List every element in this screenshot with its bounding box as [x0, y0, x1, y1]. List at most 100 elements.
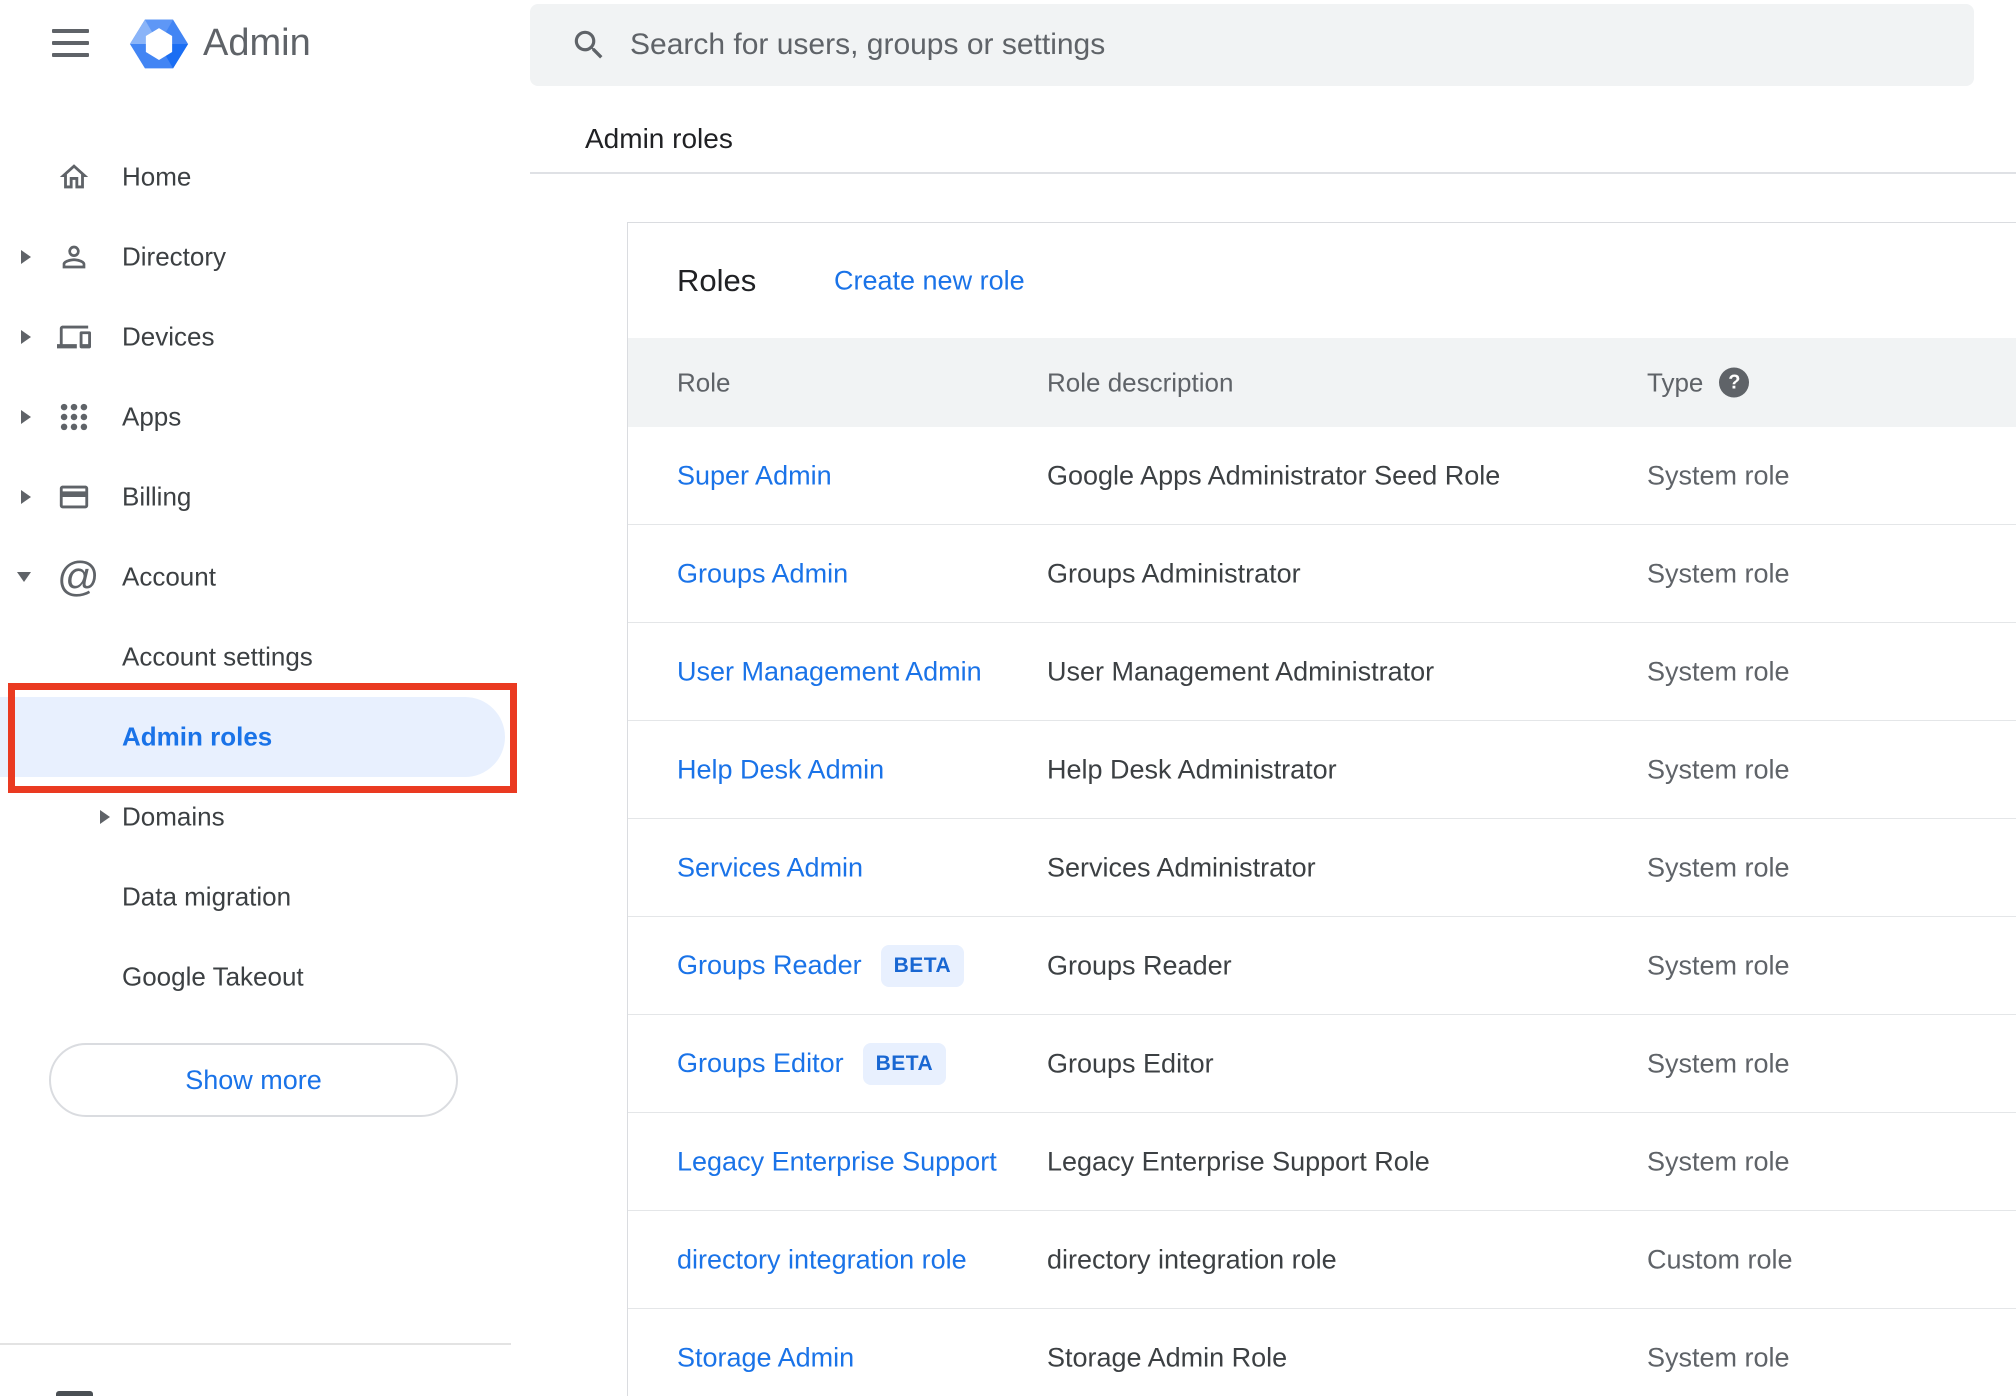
table-row: Groups Reader BETA Groups Reader System … [628, 917, 2016, 1015]
column-header-type: Type ? [1647, 367, 1750, 398]
role-cell: Groups Admin [677, 558, 848, 589]
breadcrumb: Admin roles [585, 123, 733, 154]
person-icon [57, 240, 91, 274]
sidebar-item-label: Apps [122, 401, 182, 432]
sidebar-item-data-migration[interactable]: Data migration [0, 857, 517, 937]
role-link-user-management-admin[interactable]: User Management Admin [677, 656, 982, 687]
sidebar-item-account-settings[interactable]: Account settings [0, 617, 517, 697]
role-description: Groups Reader [1047, 950, 1232, 980]
sidebar-item-label: Home [122, 161, 192, 192]
sidebar-item-billing[interactable]: Billing [0, 457, 517, 537]
expand-caret-icon[interactable] [21, 330, 31, 344]
role-cell: Groups Reader BETA [677, 944, 965, 987]
sidebar-item-home[interactable]: Home [0, 137, 517, 217]
role-link-groups-admin[interactable]: Groups Admin [677, 558, 848, 589]
role-type: System role [1647, 1146, 1790, 1176]
sidebar-nav: Home Directory Devices Apps Billing @ Ac… [0, 137, 517, 1017]
sidebar-item-admin-roles[interactable]: Admin roles [0, 697, 505, 777]
role-type: System role [1647, 950, 1790, 980]
role-description: Legacy Enterprise Support Role [1047, 1146, 1430, 1176]
role-description: Google Apps Administrator Seed Role [1047, 460, 1501, 490]
role-link-super-admin[interactable]: Super Admin [677, 460, 832, 491]
role-cell: Groups Editor BETA [677, 1042, 947, 1085]
sidebar-item-google-takeout[interactable]: Google Takeout [0, 937, 517, 1017]
at-sign-icon: @ [57, 553, 100, 600]
role-link-legacy-enterprise-support[interactable]: Legacy Enterprise Support [677, 1146, 997, 1177]
sidebar-item-label: Directory [122, 241, 227, 272]
role-type: System role [1647, 1342, 1790, 1372]
sidebar-item-label: Data migration [122, 881, 292, 912]
panel-title: Roles [677, 262, 757, 298]
column-header-role: Role [677, 367, 731, 397]
devices-icon [57, 320, 91, 354]
table-row: Legacy Enterprise Support Legacy Enterpr… [628, 1113, 2016, 1211]
show-more-button[interactable]: Show more [49, 1043, 458, 1117]
table-row: User Management Admin User Management Ad… [628, 623, 2016, 721]
table-row: directory integration role directory int… [628, 1211, 2016, 1309]
role-cell: directory integration role [677, 1244, 967, 1275]
expand-caret-icon[interactable] [21, 490, 31, 504]
app-title: Admin [203, 22, 311, 64]
role-link-groups-reader[interactable]: Groups Reader [677, 950, 862, 981]
table-row: Groups Editor BETA Groups Editor System … [628, 1015, 2016, 1113]
sidebar-item-directory[interactable]: Directory [0, 217, 517, 297]
role-cell: Services Admin [677, 852, 863, 883]
roles-panel-header: Roles Create new role [628, 223, 2016, 338]
sidebar-item-label: Account settings [122, 641, 313, 672]
sidebar-item-domains[interactable]: Domains [0, 777, 517, 857]
search-icon [570, 26, 608, 64]
column-header-type-label: Type [1647, 367, 1704, 397]
credit-card-icon [57, 480, 91, 514]
sidebar-item-devices[interactable]: Devices [0, 297, 517, 377]
expand-caret-icon[interactable] [100, 810, 110, 824]
role-cell: Legacy Enterprise Support [677, 1146, 997, 1177]
role-type: Custom role [1647, 1244, 1793, 1274]
table-row: Storage Admin Storage Admin Role System … [628, 1309, 2016, 1396]
role-cell: Storage Admin [677, 1342, 854, 1373]
table-row: Super Admin Google Apps Administrator Se… [628, 427, 2016, 525]
role-link-groups-editor[interactable]: Groups Editor [677, 1048, 844, 1079]
role-cell: User Management Admin [677, 656, 982, 687]
role-link-storage-admin[interactable]: Storage Admin [677, 1342, 854, 1373]
search-input[interactable]: Search for users, groups or settings [530, 4, 1974, 86]
expand-caret-icon[interactable] [21, 250, 31, 264]
admin-logo-icon [129, 19, 189, 69]
home-icon [57, 160, 91, 194]
role-type: System role [1647, 558, 1790, 588]
role-link-services-admin[interactable]: Services Admin [677, 852, 863, 883]
expand-caret-icon[interactable] [21, 410, 31, 424]
table-row: Services Admin Services Administrator Sy… [628, 819, 2016, 917]
apps-grid-icon [57, 400, 91, 434]
sidebar-item-label: Google Takeout [122, 961, 304, 992]
beta-badge: BETA [862, 1042, 947, 1085]
role-link-help-desk-admin[interactable]: Help Desk Admin [677, 754, 884, 785]
role-type: System role [1647, 656, 1790, 686]
sidebar-item-label: Domains [122, 801, 225, 832]
beta-badge: BETA [880, 944, 965, 987]
column-header-description: Role description [1047, 367, 1234, 397]
roles-panel: Roles Create new role Role Role descript… [627, 222, 2016, 1396]
content-divider [530, 172, 2016, 174]
table-body: Super Admin Google Apps Administrator Se… [628, 427, 2016, 1396]
role-type: System role [1647, 1048, 1790, 1078]
role-description: Storage Admin Role [1047, 1342, 1288, 1372]
role-link-directory-integration-role[interactable]: directory integration role [677, 1244, 967, 1275]
menu-hamburger-icon[interactable] [52, 29, 89, 57]
role-description: directory integration role [1047, 1244, 1337, 1274]
role-description: User Management Administrator [1047, 656, 1435, 686]
role-cell: Super Admin [677, 460, 832, 491]
admin-console-screen: Admin Home Directory Devices Apps Billin… [0, 0, 2016, 1396]
sidebar-item-label: Account [122, 561, 216, 592]
help-icon[interactable]: ? [1719, 367, 1750, 398]
partial-footer-icon [56, 1391, 93, 1396]
sidebar-item-label: Admin roles [122, 721, 273, 752]
role-description: Groups Editor [1047, 1048, 1214, 1078]
sidebar-item-apps[interactable]: Apps [0, 377, 517, 457]
role-type: System role [1647, 460, 1790, 490]
table-row: Help Desk Admin Help Desk Administrator … [628, 721, 2016, 819]
sidebar-item-account[interactable]: @ Account [0, 537, 517, 617]
table-row: Groups Admin Groups Administrator System… [628, 525, 2016, 623]
sidebar-item-label: Devices [122, 321, 215, 352]
create-new-role-link[interactable]: Create new role [834, 265, 1025, 296]
expand-caret-icon[interactable] [17, 572, 31, 582]
